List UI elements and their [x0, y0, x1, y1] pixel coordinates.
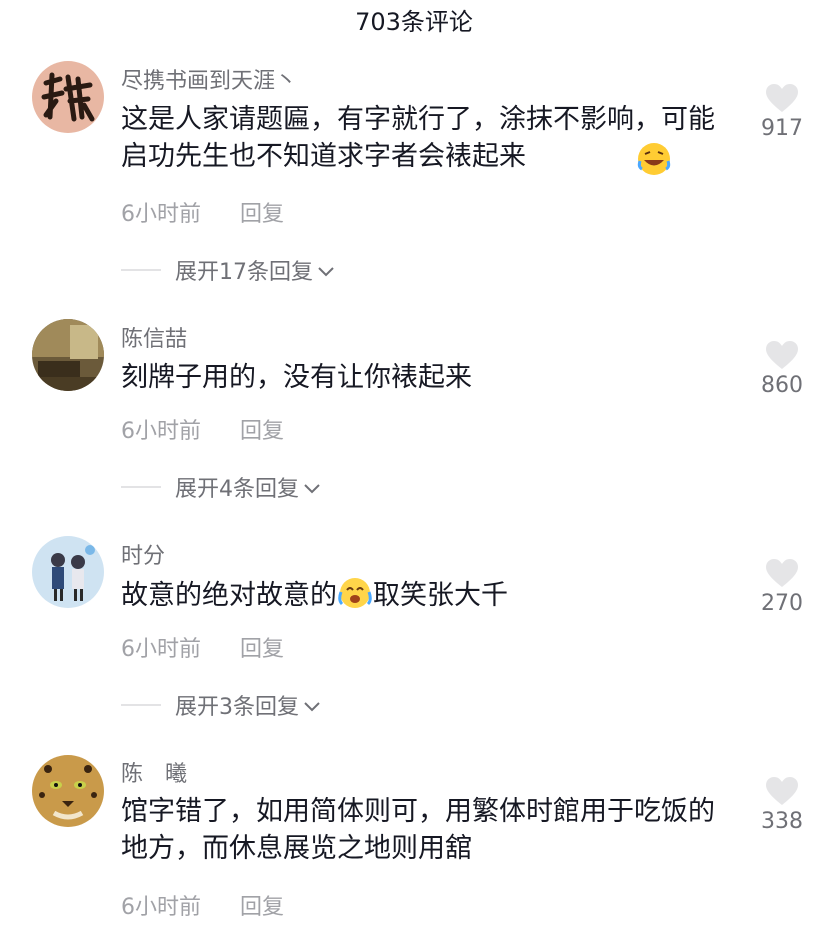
laughing-emoji-icon [636, 141, 672, 181]
comment-text: 故意的绝对故意的 取笑张大千 [121, 576, 741, 620]
chevron-down-icon [317, 258, 335, 283]
like-count: 338 [761, 809, 803, 834]
reply-button[interactable]: 回复 [240, 419, 284, 444]
couple-illustration-avatar-icon [32, 536, 104, 608]
like-control: 917 [752, 82, 812, 141]
comment-text: 刻牌子用的，没有让你裱起来 [121, 362, 472, 393]
expand-replies-button[interactable]: 展开4条回复 [121, 471, 321, 503]
like-count: 860 [761, 373, 803, 398]
chevron-down-icon [303, 693, 321, 718]
comment-meta: 6小时前 回复 [121, 631, 284, 663]
chevron-down-icon [303, 475, 321, 500]
heart-icon[interactable] [764, 82, 800, 114]
divider [121, 269, 161, 271]
comment-text-part: 故意的绝对故意的 [121, 580, 337, 611]
reply-button[interactable]: 回复 [240, 637, 284, 662]
heart-icon[interactable] [764, 339, 800, 371]
divider [121, 486, 161, 488]
expand-replies-button[interactable]: 展开17条回复 [121, 254, 335, 286]
comment-text: 馆字错了，如用简体则可，用繁体时館用于吃饭的地方，而休息展览之地则用舘 [121, 796, 715, 864]
avatar[interactable] [32, 536, 104, 608]
avatar[interactable] [32, 755, 104, 827]
heart-icon[interactable] [764, 557, 800, 589]
username[interactable]: 陈 曦 [121, 756, 187, 788]
username[interactable]: 尽携书画到天涯丶 [121, 63, 297, 95]
leopard-avatar-icon [32, 755, 104, 827]
like-control: 270 [752, 557, 812, 616]
comment-text-part: 取笑张大千 [373, 580, 508, 611]
like-control: 338 [752, 775, 812, 834]
expand-replies-label: 展开3条回复 [175, 695, 299, 720]
like-count: 270 [761, 591, 803, 616]
avatar[interactable] [32, 61, 104, 133]
username[interactable]: 时分 [121, 538, 165, 570]
username[interactable]: 陈信喆 [121, 321, 187, 353]
divider [121, 704, 161, 706]
expand-replies-label: 展开17条回复 [175, 260, 313, 285]
timestamp: 6小时前 [121, 895, 201, 920]
heart-icon[interactable] [764, 775, 800, 807]
timestamp: 6小时前 [121, 202, 201, 227]
crying-emoji-icon [337, 576, 373, 620]
like-count: 917 [761, 116, 803, 141]
comment-meta: 6小时前 回复 [121, 196, 284, 228]
room-photo-avatar-icon [32, 319, 104, 391]
comments-header: 703条评论 [355, 8, 473, 36]
timestamp: 6小时前 [121, 637, 201, 662]
expand-replies-label: 展开4条回复 [175, 477, 299, 502]
calligraphy-avatar-icon [32, 61, 104, 133]
expand-replies-button[interactable]: 展开3条回复 [121, 689, 321, 721]
comment-meta: 6小时前 回复 [121, 889, 284, 921]
reply-button[interactable]: 回复 [240, 202, 284, 227]
avatar[interactable] [32, 319, 104, 391]
reply-button[interactable]: 回复 [240, 895, 284, 920]
timestamp: 6小时前 [121, 419, 201, 444]
comment-meta: 6小时前 回复 [121, 413, 284, 445]
like-control: 860 [752, 339, 812, 398]
